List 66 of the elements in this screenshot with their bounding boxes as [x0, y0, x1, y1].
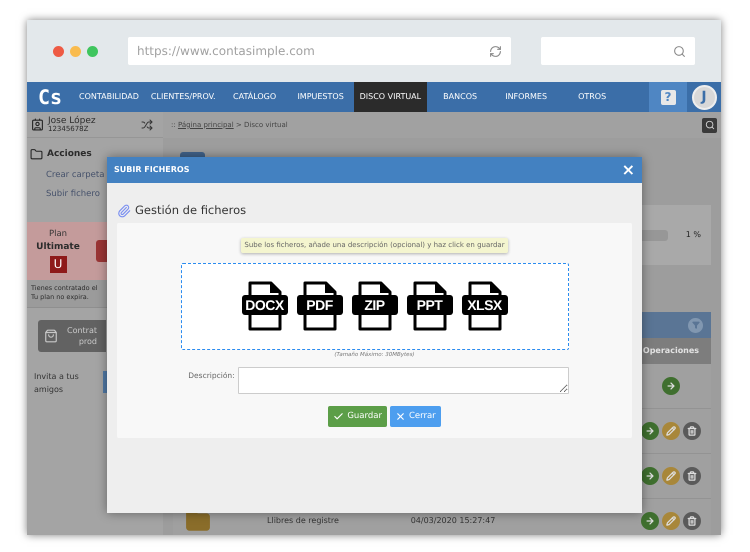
edit-button[interactable] — [662, 512, 680, 530]
description-field[interactable] — [238, 367, 569, 394]
help-button[interactable]: ? — [649, 82, 687, 112]
column-header: Operaciones — [642, 345, 700, 357]
dialog-title: SUBIR FICHEROS — [114, 164, 190, 176]
pencil-icon — [666, 426, 676, 436]
arrow-right-icon — [645, 471, 655, 481]
pencil-icon — [666, 471, 676, 481]
close-button[interactable]: Cerrar — [390, 406, 441, 427]
delete-button[interactable] — [683, 467, 701, 485]
open-button[interactable] — [641, 422, 659, 440]
folder-icon — [30, 148, 43, 162]
close-button[interactable]: × — [622, 162, 635, 178]
shopping-bag-icon — [44, 328, 58, 342]
filter-icon — [692, 321, 700, 329]
delete-button[interactable] — [683, 422, 701, 440]
open-button[interactable] — [641, 512, 659, 530]
plan-badge: U — [50, 256, 66, 273]
open-button[interactable] — [641, 467, 659, 485]
dialog-heading: Gestión de ficheros — [135, 202, 246, 219]
trash-icon — [687, 516, 697, 526]
nav-tab[interactable]: IMPUESTOS — [288, 82, 354, 112]
trash-icon — [687, 471, 697, 481]
nav-tab[interactable]: INFORMES — [493, 82, 560, 112]
paperclip-icon — [117, 204, 131, 218]
trash-icon — [687, 426, 697, 436]
table-cell-text: Llibres de registre — [266, 515, 340, 527]
usage-percent: 1 % — [686, 229, 701, 241]
browser-search-field[interactable] — [541, 37, 695, 65]
table-cell-text: 04/03/2020 15:27:47 — [410, 515, 496, 527]
nav-tab[interactable]: CONTABILIDAD — [73, 82, 145, 112]
drop-zone[interactable]: DOCX PDF ZIP PPT XLSX — [180, 262, 568, 350]
plan-name: Ultimate — [36, 241, 80, 254]
nav-tab[interactable]: DISCO VIRTUAL — [354, 82, 428, 112]
reload-icon[interactable] — [489, 44, 502, 58]
buy-button[interactable]: Contrat prod — [38, 320, 106, 352]
check-icon — [333, 411, 344, 422]
file-type-label: DOCX — [242, 295, 288, 316]
file-type-label: ZIP — [352, 295, 398, 316]
nav-tab[interactable]: CATÁLOGO — [222, 82, 288, 112]
nav-tab[interactable]: BANCOS — [427, 82, 494, 112]
arrow-right-icon — [645, 426, 655, 436]
user-card-icon — [31, 118, 44, 131]
nav-tab[interactable]: CLIENTES/PROV. — [144, 82, 222, 112]
invite-text: Invita a tus amigos — [34, 370, 80, 396]
open-button[interactable] — [662, 377, 680, 395]
search-icon — [704, 120, 714, 130]
pencil-icon — [666, 516, 676, 526]
delete-button[interactable] — [683, 512, 701, 530]
user-name: Jose López — [48, 116, 96, 126]
avatar[interactable]: J — [692, 84, 716, 110]
file-type-label: PDF — [296, 295, 342, 316]
actions-title: Acciones — [47, 148, 92, 161]
file-type-label: XLSX — [462, 295, 508, 316]
nav-tab[interactable]: OTROS — [559, 82, 626, 112]
url-text: https://www.contasimple.com — [137, 43, 315, 60]
plan-label: Plan — [48, 228, 68, 242]
arrow-right-icon — [645, 516, 655, 526]
search-button[interactable] — [702, 118, 717, 132]
search-icon — [673, 44, 686, 58]
save-button[interactable]: Guardar — [328, 406, 387, 427]
file-type-label: PPT — [406, 295, 452, 316]
switch-icon[interactable] — [141, 118, 153, 130]
app-logo[interactable]: Cs — [27, 82, 73, 112]
close-icon — [394, 411, 406, 422]
arrow-right-icon — [666, 381, 676, 391]
